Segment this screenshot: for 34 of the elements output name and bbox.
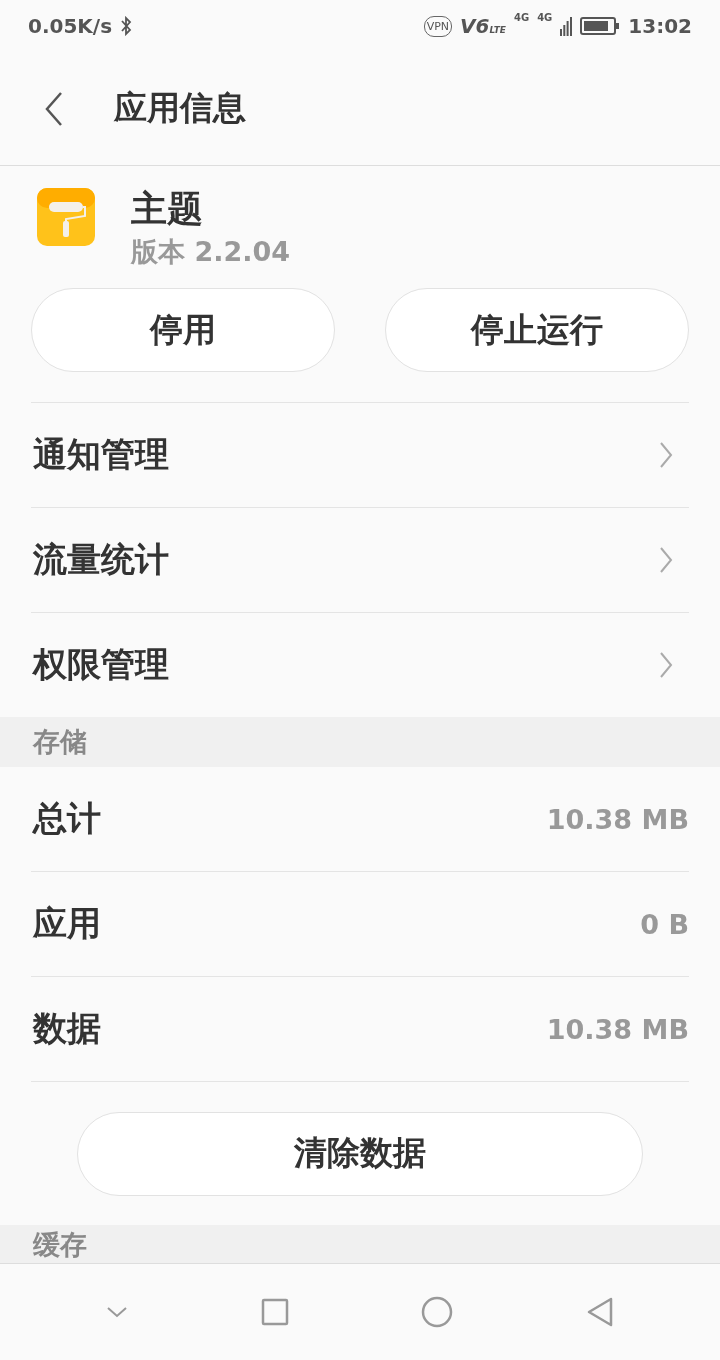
sim-data-indicator: 4G: [514, 12, 530, 23]
action-button[interactable]: 停用: [31, 288, 335, 372]
chevron-right-icon: [659, 546, 673, 574]
app-version: 版本 2.2.04: [131, 234, 291, 269]
home-icon[interactable]: [421, 1296, 454, 1328]
recents-icon[interactable]: [260, 1298, 289, 1326]
volte-indicator: V6LTE: [460, 14, 506, 38]
page-title: 应用信息: [114, 87, 246, 129]
bluetooth-icon: [120, 16, 133, 36]
section-title: 存储: [33, 725, 87, 759]
network-speed: 0.05K/s: [28, 14, 113, 38]
action-button[interactable]: 停止运行: [385, 288, 689, 372]
back-icon[interactable]: [585, 1297, 614, 1327]
paint-roller-icon: [37, 188, 95, 246]
app-name: 主题: [131, 186, 204, 231]
section-title: 缓存: [33, 1228, 87, 1262]
storage-label: 总计: [33, 797, 101, 840]
battery-icon: [580, 16, 621, 36]
clock: 13:02: [628, 14, 692, 38]
storage-value: 10.38 MB: [546, 1013, 689, 1045]
sim-data-indicator: 4G: [537, 12, 553, 23]
chevron-right-icon: [659, 651, 673, 679]
storage-value: 10.38 MB: [546, 803, 689, 835]
clear-data-button[interactable]: 清除数据: [77, 1111, 643, 1196]
storage-value: 0 B: [640, 908, 689, 940]
menu-item[interactable]: 通知管理: [31, 402, 689, 507]
storage-label: 应用: [33, 902, 101, 945]
chevron-down-icon[interactable]: [106, 1306, 129, 1318]
back-icon: [44, 90, 64, 127]
chevron-right-icon: [659, 441, 673, 469]
storage-label: 数据: [33, 1007, 101, 1050]
signal-icon: [560, 16, 573, 36]
vpn-indicator: VPN: [423, 15, 453, 37]
menu-item[interactable]: 流量统计: [31, 507, 689, 612]
